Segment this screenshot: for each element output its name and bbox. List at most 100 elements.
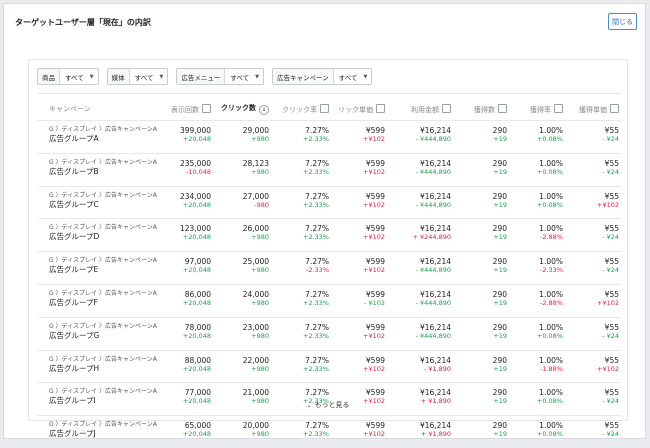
checkbox-icon[interactable] (442, 103, 451, 113)
cpa-delta: +¥102 (597, 364, 619, 373)
table-row[interactable]: G 〉ディスプレイ 〉広告キャンペーンA 〉広告グループE 97,000 +20,0… (37, 251, 621, 285)
table-row[interactable]: G 〉ディスプレイ 〉広告キャンペーンA 〉広告グループA 399,000 +20,… (37, 120, 621, 154)
column-header-clicks[interactable]: クリック数 ↓ (213, 98, 271, 121)
conversions-value: 290 (492, 322, 507, 332)
cpa-delta: +¥102 (597, 298, 619, 307)
ad-group-name[interactable]: 広告グループH (49, 364, 155, 374)
conversion-rate-value: 1.00% (539, 158, 563, 168)
campaign-cell: G 〉ディスプレイ 〉広告キャンペーンA 〉広告グループD (37, 218, 157, 252)
campaign-cell: G 〉ディスプレイ 〉広告キャンペーンA 〉広告グループF (37, 283, 157, 318)
ad-group-name[interactable]: 広告グループF (49, 298, 155, 308)
cpc-value: ¥599 (365, 421, 385, 431)
column-header-conversions[interactable]: 獲得数 (453, 98, 509, 121)
checkbox-icon[interactable] (610, 103, 619, 113)
impressions-delta: +20,048 (182, 233, 211, 242)
cpc-delta: - ¥102 (364, 298, 385, 307)
ad-group-name[interactable]: 広告グループD (49, 232, 155, 242)
clicks-cell: 29,000 +980 (213, 120, 271, 154)
ctr-delta: +2.33% (302, 364, 329, 373)
column-header-cpc[interactable]: リック単価 (331, 98, 387, 121)
ad-group-name[interactable]: 広告グループE (49, 265, 155, 275)
clicks-delta: +980 (251, 167, 269, 176)
cpc-value: ¥599 (365, 158, 385, 168)
column-header-cost[interactable]: 利用金額 (387, 98, 453, 121)
cpc-delta: +¥102 (363, 266, 385, 275)
ctr-value: 7.27% (305, 388, 329, 398)
ad-group-name[interactable]: 広告グループC (49, 200, 155, 210)
cost-delta: - ¥444,890 (415, 266, 451, 275)
conversions-value: 290 (492, 421, 507, 431)
cost-delta: + ¥244,890 (412, 233, 451, 242)
conversion-rate-delta: +0.08% (536, 200, 563, 209)
cpa-value: ¥55 (604, 322, 619, 332)
filter-value: すべて (134, 73, 154, 82)
clicks-value: 23,000 (242, 322, 269, 332)
clicks-cell: 24,000 +980 (213, 283, 271, 318)
checkbox-icon[interactable] (376, 103, 385, 113)
filter-ad-menu[interactable]: 広告メニュー すべて ▼ (176, 68, 264, 85)
ctr-delta: +2.33% (302, 430, 329, 439)
column-header-conversion-rate[interactable]: 獲得率 (509, 98, 565, 121)
ad-group-name[interactable]: 広告グループA (49, 134, 155, 144)
conversion-rate-value: 1.00% (539, 322, 563, 332)
table-row[interactable]: G 〉ディスプレイ 〉広告キャンペーンA 〉広告グループJ 65,000 +20,0… (37, 415, 621, 448)
ad-group-name[interactable]: 広告グループJ (49, 429, 155, 439)
table-row[interactable]: G 〉ディスプレイ 〉広告キャンペーンA 〉広告グループC 234,000 +20,… (37, 185, 621, 219)
impressions-value: 86,000 (184, 289, 211, 299)
table-row[interactable]: G 〉ディスプレイ 〉広告キャンペーンA 〉広告グループF 86,000 +20,0… (37, 283, 621, 318)
cost-cell: ¥16,214- ¥444,890 (387, 251, 453, 285)
conversions-cell: 290 +19 (453, 251, 509, 285)
campaign-path: G 〉ディスプレイ 〉広告キャンペーンA 〉 (49, 191, 157, 199)
ad-group-name[interactable]: 広告グループG (49, 331, 155, 341)
impressions-delta: +20,048 (182, 298, 211, 307)
campaign-path: G 〉ディスプレイ 〉広告キャンペーンA 〉 (49, 126, 157, 133)
filter-product[interactable]: 商品 すべて ▼ (37, 68, 99, 85)
cpa-delta: - ¥24 (602, 135, 619, 143)
ctr-delta: +2.33% (302, 135, 329, 143)
cpa-cell: ¥55 +¥102 (565, 283, 621, 318)
impressions-cell: 86,000 +20,048 (157, 283, 213, 318)
ctr-value: 7.27% (305, 421, 329, 431)
ad-group-name[interactable]: 広告グループB (49, 167, 155, 177)
cpa-value: ¥55 (604, 257, 619, 267)
conversion-rate-cell: 1.00% -2.88% (509, 218, 565, 252)
cpc-value: ¥599 (365, 322, 385, 332)
close-button[interactable]: 閉じる (608, 13, 637, 30)
cpa-cell: ¥55- ¥24 (565, 316, 621, 351)
column-header-ctr[interactable]: クリック率 (271, 98, 331, 121)
cost-delta: - ¥444,890 (415, 331, 451, 340)
filter-label: 広告メニュー (177, 69, 226, 84)
clicks-value: 22,000 (242, 355, 269, 365)
checkbox-icon[interactable] (498, 103, 507, 113)
checkbox-icon[interactable] (320, 103, 329, 113)
cost-cell: ¥16,214- ¥444,890 (387, 152, 453, 187)
table-row[interactable]: G 〉ディスプレイ 〉広告キャンペーンA 〉広告グループD 123,000 +20,… (37, 218, 621, 252)
cpa-value: ¥55 (604, 355, 619, 365)
impressions-cell: 234,000 +20,048 (157, 185, 213, 219)
ctr-cell: 7.27% +2.33% (271, 152, 331, 187)
impressions-delta: +20,048 (182, 266, 211, 275)
conversion-rate-cell: 1.00% +0.08% (509, 185, 565, 219)
cpc-cell: ¥599 +¥102 (331, 415, 387, 448)
conversion-rate-cell: 1.00% +0.08% (509, 152, 565, 187)
clicks-delta: +980 (251, 331, 269, 340)
sort-down-icon[interactable]: ↓ (259, 105, 269, 115)
column-header-impressions[interactable]: 表示回数 (157, 98, 213, 121)
impressions-delta: +20,048 (182, 135, 211, 143)
filter-ad-campaign[interactable]: 広告キャンペーン すべて ▼ (271, 68, 373, 85)
cost-value: ¥16,214 (419, 126, 451, 135)
column-header-cpa[interactable]: 獲得単価 (565, 98, 621, 121)
table-row[interactable]: G 〉ディスプレイ 〉広告キャンペーンA 〉広告グループB 235,000 -10,… (37, 152, 621, 187)
cost-value: ¥16,214 (419, 191, 451, 201)
cpa-value: ¥55 (604, 289, 619, 299)
cpc-delta: +¥102 (363, 167, 385, 176)
caret-down-icon: ▼ (363, 73, 368, 80)
checkbox-icon[interactable] (554, 103, 563, 113)
clicks-cell: 28,123 +980 (213, 152, 271, 187)
table-row[interactable]: G 〉ディスプレイ 〉広告キャンペーンA 〉広告グループG 78,000 +20,0… (37, 316, 621, 351)
filter-media[interactable]: 媒体 すべて ▼ (106, 68, 169, 85)
table-row[interactable]: G 〉ディスプレイ 〉広告キャンペーンA 〉広告グループH 88,000 +20,0… (37, 349, 621, 383)
show-more-button[interactable]: ⌄ もっと見る (29, 400, 627, 410)
cpc-delta: +¥102 (363, 233, 385, 242)
checkbox-icon[interactable] (202, 103, 211, 113)
